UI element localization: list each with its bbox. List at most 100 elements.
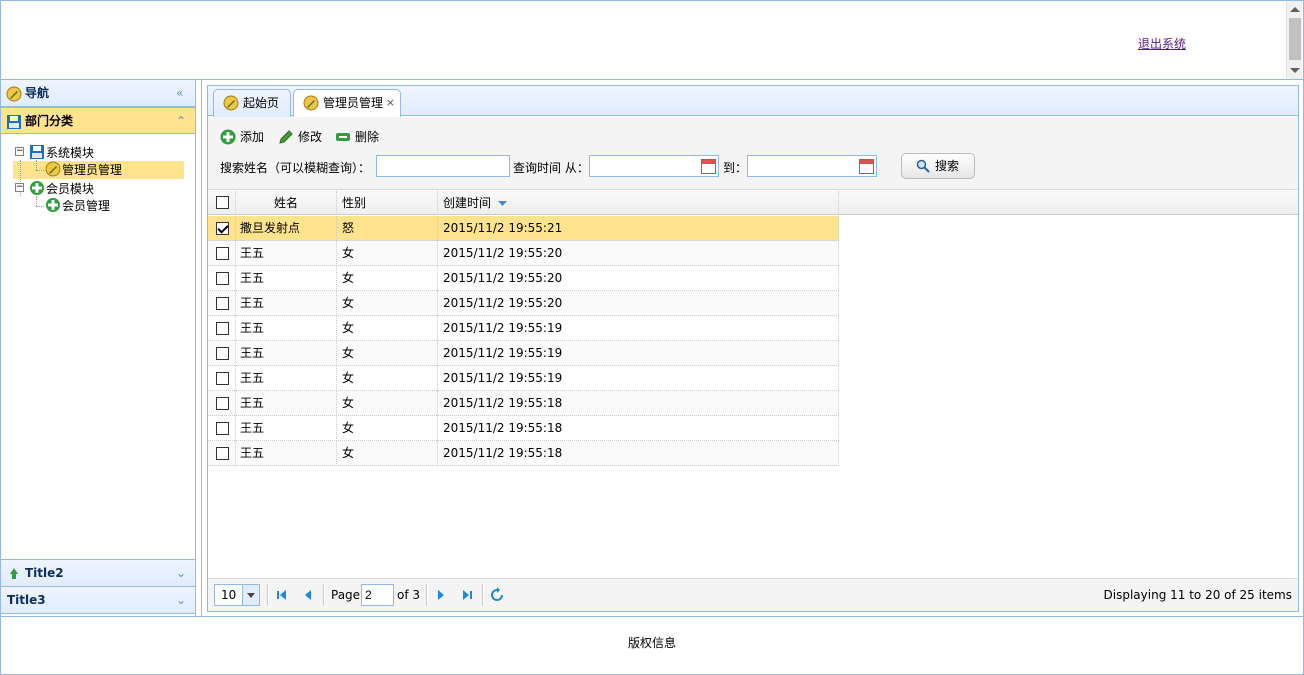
edit-label: 修改 — [298, 130, 323, 144]
row-checkbox[interactable] — [216, 347, 229, 360]
green-plus-icon — [46, 198, 60, 212]
delete-button[interactable]: 删除 — [335, 127, 379, 147]
add-icon — [220, 129, 236, 145]
add-button[interactable]: 添加 — [220, 127, 264, 147]
table-row[interactable]: 王五女 2015/11/2 19:55:18 — [208, 416, 839, 441]
tree-node-member[interactable]: 会员模块 — [29, 180, 94, 198]
row-checkbox-cell — [208, 291, 236, 316]
table-row[interactable]: 王五女 2015/11/2 19:55:20 — [208, 291, 839, 316]
tab-admin-mgmt[interactable]: 管理员管理 × — [293, 89, 401, 117]
page-size-select[interactable]: 10 — [214, 584, 260, 606]
row-checkbox[interactable] — [216, 447, 229, 460]
chevron-down-icon[interactable] — [242, 585, 259, 605]
select-all-checkbox[interactable] — [216, 196, 229, 209]
time-from-datebox[interactable] — [589, 155, 719, 177]
grid-header: 姓名 性别 创建时间 — [208, 191, 1298, 215]
scroll-up-icon[interactable] — [1290, 7, 1300, 12]
accordion-header-dept[interactable]: 部门分类 ⌃ — [1, 107, 195, 134]
tree-node-label: 管理员管理 — [62, 163, 123, 177]
pager-separator — [267, 584, 269, 606]
row-checkbox-cell — [208, 216, 236, 241]
chevron-down-icon[interactable]: ⌄ — [176, 593, 188, 607]
table-row[interactable]: 王五女 2015/11/2 19:55:19 — [208, 316, 839, 341]
pencil-badge-icon — [303, 95, 319, 111]
cell-created: 2015/11/2 19:55:18 — [438, 391, 839, 416]
cell-created: 2015/11/2 19:55:21 — [438, 216, 839, 241]
accordion-title: Title2 — [25, 566, 64, 580]
last-page-icon[interactable] — [459, 587, 475, 603]
row-checkbox-cell — [208, 391, 236, 416]
row-checkbox[interactable] — [216, 322, 229, 335]
tab-label: 起始页 — [243, 96, 280, 110]
chevron-up-icon[interactable]: ⌃ — [176, 114, 188, 128]
table-row[interactable]: 撒旦发射点怒 2015/11/2 19:55:21 — [208, 216, 839, 241]
tree-connector — [36, 170, 44, 171]
cell-created: 2015/11/2 19:55:18 — [438, 416, 839, 441]
row-checkbox[interactable] — [216, 222, 229, 235]
prev-page-icon[interactable] — [300, 587, 316, 603]
time-from-label: 查询时间 从： — [513, 161, 589, 175]
pencil-badge-icon — [223, 95, 239, 111]
row-checkbox[interactable] — [216, 397, 229, 410]
tree-node-member-mgmt[interactable]: 会员管理 — [45, 197, 110, 215]
navigation-panel: 导航 « 部门分类 ⌃ − 系统模块 管理员管理 − 会员模块 会员管理 Tit… — [1, 80, 196, 616]
sort-desc-icon — [497, 201, 507, 206]
row-checkbox[interactable] — [216, 422, 229, 435]
cell-gender: 女 — [337, 266, 438, 291]
close-icon[interactable]: × — [386, 90, 395, 116]
tree-node-system[interactable]: 系统模块 — [29, 144, 94, 162]
nav-panel-header: 导航 « — [1, 80, 195, 107]
chevron-down-icon[interactable]: ⌄ — [176, 566, 188, 580]
cell-name: 王五 — [236, 241, 337, 266]
header-checkbox-cell — [208, 191, 236, 215]
cell-name: 撒旦发射点 — [236, 216, 337, 241]
scrollbar-thumb[interactable] — [1289, 18, 1301, 60]
tree-collapse-toggle[interactable]: − — [15, 183, 24, 192]
calendar-icon[interactable] — [859, 159, 874, 174]
tree-collapse-toggle[interactable]: − — [15, 147, 24, 156]
row-checkbox[interactable] — [216, 247, 229, 260]
pencil-badge-icon — [6, 86, 22, 102]
table-row[interactable]: 王五女 2015/11/2 19:55:19 — [208, 341, 839, 366]
accordion-header-title3[interactable]: Title3 ⌄ — [1, 587, 195, 614]
cell-created: 2015/11/2 19:55:19 — [438, 316, 839, 341]
cell-gender: 女 — [337, 366, 438, 391]
collapse-left-icon[interactable]: « — [176, 86, 188, 100]
time-to-label: 到： — [723, 161, 748, 175]
refresh-icon[interactable] — [489, 587, 505, 603]
search-button[interactable]: 搜索 — [901, 153, 975, 179]
edit-button[interactable]: 修改 — [278, 127, 322, 147]
row-checkbox[interactable] — [216, 297, 229, 310]
page-number-input[interactable] — [361, 584, 394, 606]
table-row[interactable]: 王五女 2015/11/2 19:55:18 — [208, 391, 839, 416]
floppy-disk-icon — [30, 145, 44, 159]
table-row[interactable]: 王五女 2015/11/2 19:55:18 — [208, 441, 839, 466]
time-to-datebox[interactable] — [747, 155, 877, 177]
data-grid: 姓名 性别 创建时间 撒旦发射点怒 2015/11/2 19:55:21 王五女 20… — [208, 191, 1298, 578]
table-row[interactable]: 王五女 2015/11/2 19:55:20 — [208, 241, 839, 266]
page-scrollbar[interactable] — [1286, 1, 1302, 79]
search-name-label: 搜索姓名（可以模糊查询）： — [220, 161, 371, 175]
row-checkbox[interactable] — [216, 272, 229, 285]
search-name-input[interactable] — [376, 155, 510, 177]
cell-name: 王五 — [236, 316, 337, 341]
column-header-gender[interactable]: 性别 — [337, 191, 438, 215]
tab-home[interactable]: 起始页 — [213, 89, 291, 117]
table-row[interactable]: 王五女 2015/11/2 19:55:20 — [208, 266, 839, 291]
scroll-down-icon[interactable] — [1290, 68, 1300, 73]
copyright-text: 版权信息 — [627, 636, 676, 650]
first-page-icon[interactable] — [274, 587, 290, 603]
pager-separator — [482, 584, 484, 606]
accordion-header-title2[interactable]: Title2 ⌄ — [1, 560, 195, 587]
next-page-icon[interactable] — [433, 587, 449, 603]
column-header-name[interactable]: 姓名 — [236, 191, 337, 215]
calendar-icon[interactable] — [701, 159, 716, 174]
cell-name: 王五 — [236, 341, 337, 366]
tree-node-admin-mgmt[interactable]: 管理员管理 — [45, 161, 122, 179]
column-header-created[interactable]: 创建时间 — [438, 191, 839, 215]
logout-link[interactable]: 退出系统 — [1138, 35, 1186, 52]
row-checkbox[interactable] — [216, 372, 229, 385]
table-row[interactable]: 王五女 2015/11/2 19:55:19 — [208, 366, 839, 391]
row-checkbox-cell — [208, 266, 236, 291]
tree-connector — [36, 206, 44, 207]
